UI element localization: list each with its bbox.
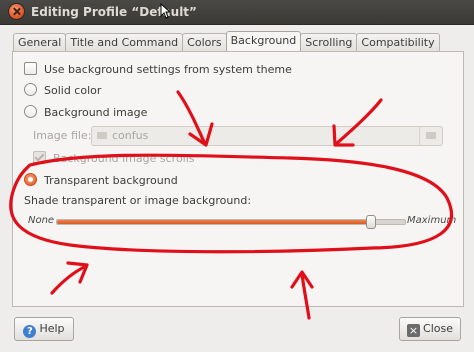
help-icon: ? (23, 325, 37, 338)
shade-slider[interactable] (56, 215, 406, 229)
tab-bar: General Title and Command Colors Backgro… (13, 31, 440, 52)
radio-circle[interactable] (24, 105, 37, 118)
help-button[interactable]: ? Help (14, 317, 74, 341)
background-image-radio[interactable]: Background image (24, 105, 147, 119)
use-system-theme-label: Use background settings from system them… (44, 63, 292, 76)
tab-background[interactable]: Background (225, 31, 302, 51)
image-file-label: Image file: (33, 129, 92, 142)
tab-general[interactable]: General (13, 33, 67, 51)
image-scrolls-checkbox[interactable]: Background image scrolls (33, 151, 195, 165)
close-button-label: Close (423, 322, 453, 335)
tab-scrolling[interactable]: Scrolling (300, 33, 358, 51)
shade-slider-fill (57, 220, 371, 224)
transparent-background-radio[interactable]: Transparent background (24, 173, 178, 187)
tab-compatibility[interactable]: Compatibility (356, 33, 440, 51)
checkbox-box[interactable] (24, 62, 37, 75)
solid-color-radio[interactable]: Solid color (24, 83, 101, 97)
file-open-icon[interactable] (419, 127, 442, 145)
image-scrolls-label: Background image scrolls (53, 152, 195, 165)
shade-max-label: Maximum (407, 215, 457, 226)
shade-slider-handle[interactable] (366, 215, 377, 229)
shade-min-label: None (28, 215, 55, 226)
window-close-button[interactable] (9, 4, 24, 19)
radio-circle[interactable] (24, 173, 37, 186)
transparent-background-label: Transparent background (44, 174, 178, 187)
mouse-cursor-icon (160, 3, 170, 19)
close-button[interactable]: × Close (399, 317, 461, 341)
image-file-chooser[interactable]: confus (91, 126, 443, 146)
radio-circle[interactable] (24, 83, 37, 96)
image-file-name: confus (112, 129, 149, 142)
checkbox-box[interactable] (33, 151, 46, 164)
solid-color-label: Solid color (44, 84, 102, 97)
folder-icon (97, 132, 107, 139)
background-image-label: Background image (44, 106, 148, 119)
tab-title-and-command[interactable]: Title and Command (65, 33, 184, 51)
tab-colors[interactable]: Colors (182, 33, 227, 51)
window-title: Editing Profile “Default” (31, 5, 197, 19)
title-bar: Editing Profile “Default” (0, 0, 474, 25)
shade-label: Shade transparent or image background: (24, 194, 252, 207)
help-button-label: Help (39, 322, 65, 335)
close-icon: × (407, 324, 421, 337)
use-system-theme-checkbox[interactable]: Use background settings from system them… (24, 62, 292, 76)
